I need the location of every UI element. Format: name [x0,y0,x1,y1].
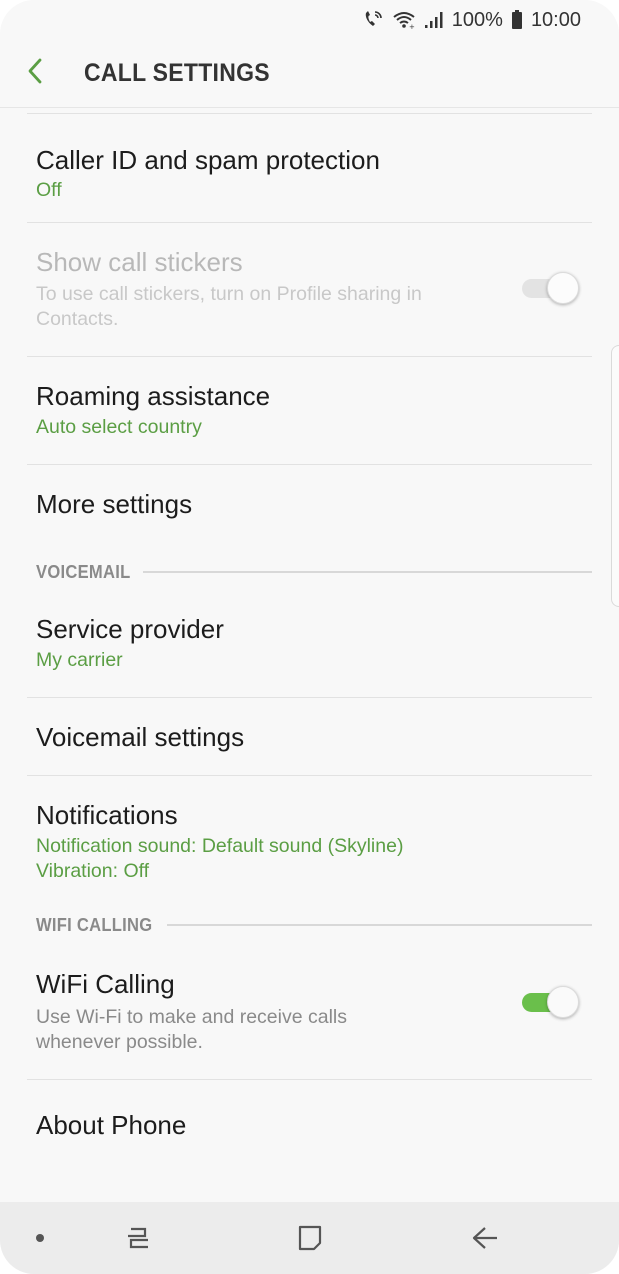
roaming-assistance-item[interactable]: Roaming assistance Auto select country [0,357,619,464]
section-line [166,924,592,926]
wifi-calling-item[interactable]: WiFi Calling Use Wi-Fi to make and recei… [0,945,619,1079]
settings-list: Caller ID and spam protection Off Show c… [0,108,619,1168]
page-title: CALL SETTINGS [84,59,270,87]
wifi-calling-toggle[interactable] [522,985,579,1019]
about-phone-title: About Phone [36,1110,187,1140]
battery-percentage: 100% [451,8,503,31]
section-label-voicemail: VOICEMAIL [36,561,131,582]
caller-id-value: Off [36,179,62,201]
status-time: 10:00 [530,8,581,31]
roaming-assistance-value: Auto select country [36,416,202,438]
wifi-calling-description: Use Wi-Fi to make and receive calls when… [36,1006,348,1053]
chevron-left-icon [25,57,45,90]
section-header-voicemail: VOICEMAIL [0,552,619,592]
recents-icon[interactable] [118,1220,158,1256]
home-icon[interactable] [290,1220,330,1256]
service-provider-value: My carrier [36,649,123,671]
more-settings-item[interactable]: More settings [0,465,619,552]
call-stickers-description: To use call stickers, turn on Profile sh… [36,283,422,330]
voicemail-settings-title: Voicemail settings [36,722,245,752]
service-provider-item[interactable]: Service provider My carrier [0,592,619,697]
dot-icon[interactable] [30,1228,50,1248]
call-stickers-item[interactable]: Show call stickers To use call stickers,… [0,223,619,356]
toggle-knob [547,986,579,1018]
voicemail-settings-item[interactable]: Voicemail settings [0,698,619,775]
caller-id-item[interactable]: Caller ID and spam protection Off [0,114,619,222]
app-bar: CALL SETTINGS [0,40,619,108]
phone-screen: + 100% 10:00 CALL SETTINGS Caller ID and… [0,0,619,1274]
call-stickers-toggle[interactable] [522,271,579,305]
signal-icon [424,11,444,29]
wifi-icon: + [392,10,416,30]
notifications-sound-value: Notification sound: Default sound (Skyli… [36,835,404,857]
about-phone-item[interactable]: About Phone [0,1080,619,1168]
status-bar: + 100% 10:00 [0,0,619,40]
roaming-assistance-title: Roaming assistance [36,381,271,411]
back-icon[interactable] [464,1220,504,1256]
section-header-wifi-calling: WIFI CALLING [0,905,619,945]
section-line [142,571,592,573]
service-provider-title: Service provider [36,614,224,644]
wifi-call-icon [362,10,384,30]
battery-icon [511,10,523,30]
notifications-vibration-value: Vibration: Off [36,860,150,882]
notifications-title: Notifications [36,800,178,830]
more-settings-title: More settings [36,489,193,519]
caller-id-title: Caller ID and spam protection [36,145,380,175]
svg-text:+: + [409,23,415,30]
wifi-calling-title: WiFi Calling [36,969,175,999]
back-button[interactable] [0,40,70,108]
scrollbar[interactable] [611,345,619,607]
notifications-item[interactable]: Notifications Notification sound: Defaul… [0,776,619,908]
call-stickers-title: Show call stickers [36,247,243,277]
navigation-bar [0,1202,619,1274]
section-label-wifi-calling: WIFI CALLING [36,914,153,935]
toggle-knob [547,272,579,304]
